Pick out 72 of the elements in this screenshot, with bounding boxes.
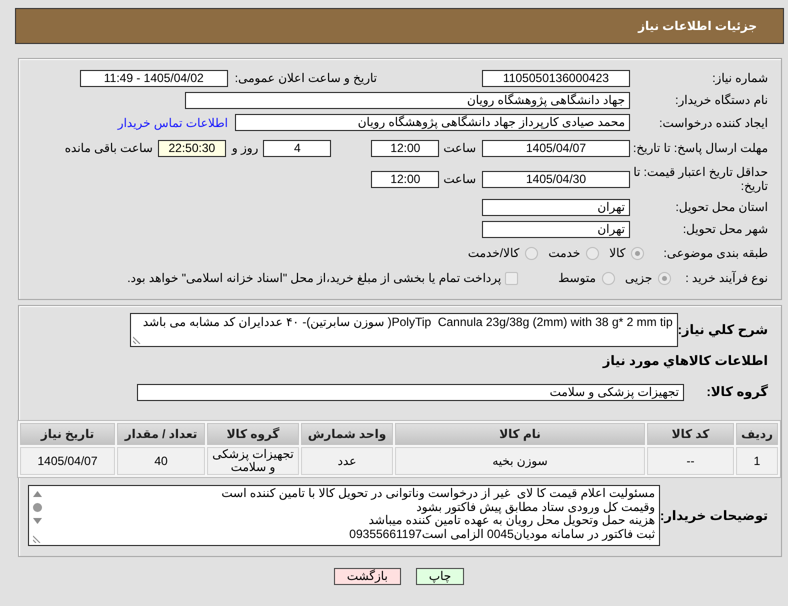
description-textarea[interactable]: PolyTip Cannula 23g/38g (2mm) with 38 g* 2 mm tip( سوزن سابرتین)- ۴۰ عددایران کد مشابه می باشد [130,313,678,347]
validity-date-field[interactable]: 1405/04/30 [482,170,630,188]
goods-group-field[interactable]: تجهیزات پزشکی و سلامت [137,384,684,400]
column-header: ردیف [736,423,778,445]
radio-button[interactable] [658,272,672,284]
resize-grip-icon[interactable] [33,535,42,543]
days-label: روز و [232,141,258,155]
radio-label: کالا/خدمت [468,246,520,260]
days-left-field[interactable]: 4 [263,140,332,156]
column-header: تاریخ نیاز [20,423,115,445]
checkbox-label: پرداخت تمام یا بخشی از مبلغ خرید،از محل "اسناد خزانه اسلامی" خواهد بود. [127,271,502,285]
buyer-org-field[interactable]: جهاد دانشگاهی پژوهشگاه رویان [185,92,630,108]
time-left-field[interactable]: 22:50:30 [158,140,226,156]
radio-label: خدمت [548,246,580,260]
radio-button[interactable] [525,246,538,260]
section-heading: اطلاعات کالاهاي مورد نياز [601,352,769,368]
scroll-up-icon[interactable] [32,491,42,497]
field-label: شهر محل تحویل: [682,222,769,236]
field-label: تاریخ و ساعت اعلان عمومی: [234,71,377,85]
time-label: ساعت [443,172,476,186]
field-label: توضیحات خریدار: [660,508,769,524]
radio-label: متوسط [558,271,596,285]
note-line: مسئولیت اعلام قیمت کا لای غیر از درخواست وناتوانی در تحویل کالا با تامین کننده است [220,487,656,500]
checkbox[interactable] [505,272,518,284]
time-left-label: ساعت باقی مانده [64,141,153,155]
column-header: نام کالا [395,423,645,445]
need-number-field[interactable]: 1105050136000423 [482,70,630,86]
field-label: طبقه بندی موضوعی: [663,246,769,260]
print-button[interactable]: چاپ [416,568,464,585]
field-label: استان محل تحویل: [674,200,769,214]
note-line: وقیمت کل ورودی ستاد مطابق پیش فاکتور بشود [416,500,656,514]
requester-field[interactable]: محمد صیادی کارپرداز جهاد دانشگاهی پژوهشگاه رویان [235,114,630,131]
table-cell: 40 [117,447,205,475]
resize-grip-icon[interactable] [132,336,141,344]
note-line: هزینه حمل وتحویل محل رویان به عهده تامین کننده میباشد [368,514,656,528]
table-cell: 1 [736,447,778,475]
table-cell: عدد [301,447,393,475]
deadline-time-field[interactable]: 12:00 [371,140,440,156]
column-header: واحد شمارش [301,423,393,445]
radio-label: کالا [609,246,626,260]
buyer-notes-textarea[interactable] [28,485,660,546]
column-header: تعداد / مقدار [117,423,205,445]
field-label: نوع فرآیند خرید : [685,271,769,285]
field-label: شماره نیاز: [711,71,769,85]
column-header: گروه کالا [207,423,299,445]
field-label: شرح کلي نياز: [678,322,769,338]
scroll-thumb-icon[interactable] [32,503,42,512]
field-label: حداقل تاریخ اعتبار قیمت: تا تاریخ: [632,165,769,193]
announce-datetime-field[interactable]: 1405/04/02 - 11:49 [80,70,228,86]
column-header: کد کالا [647,423,734,445]
field-label: مهلت ارسال پاسخ: تا تاریخ: [632,141,769,155]
table-cell: تجهیزات پزشکی و سلامت [207,447,299,475]
table-cell: 1405/04/07 [20,447,115,475]
deadline-date-field[interactable]: 1405/04/07 [482,140,630,156]
radio-button[interactable] [586,246,600,260]
back-button[interactable]: بازگشت [334,568,401,585]
scroll-down-icon[interactable] [32,518,42,524]
field-label: ایجاد کننده درخواست: [658,116,769,130]
table-cell: سوزن بخیه [395,447,645,475]
radio-label: جزیی [624,271,652,285]
radio-button[interactable] [602,272,615,284]
contact-info-link[interactable]: اطلاعات تماس خریدار [118,116,228,130]
time-label: ساعت [443,141,476,155]
radio-button[interactable] [631,246,644,260]
province-field[interactable]: تهران [482,198,630,216]
table-cell: -- [647,447,734,475]
city-field[interactable]: تهران [482,220,630,238]
page-title: جزئیات اطلاعات نیاز [638,19,757,33]
field-label: نام دستگاه خریدار: [674,93,769,107]
validity-time-field[interactable]: 12:00 [371,170,440,188]
field-label: گروه کالا: [706,384,769,400]
note-line: ثبت فاکتور در سامانه مودیان0045 الزامی است09355661197 [348,528,656,541]
